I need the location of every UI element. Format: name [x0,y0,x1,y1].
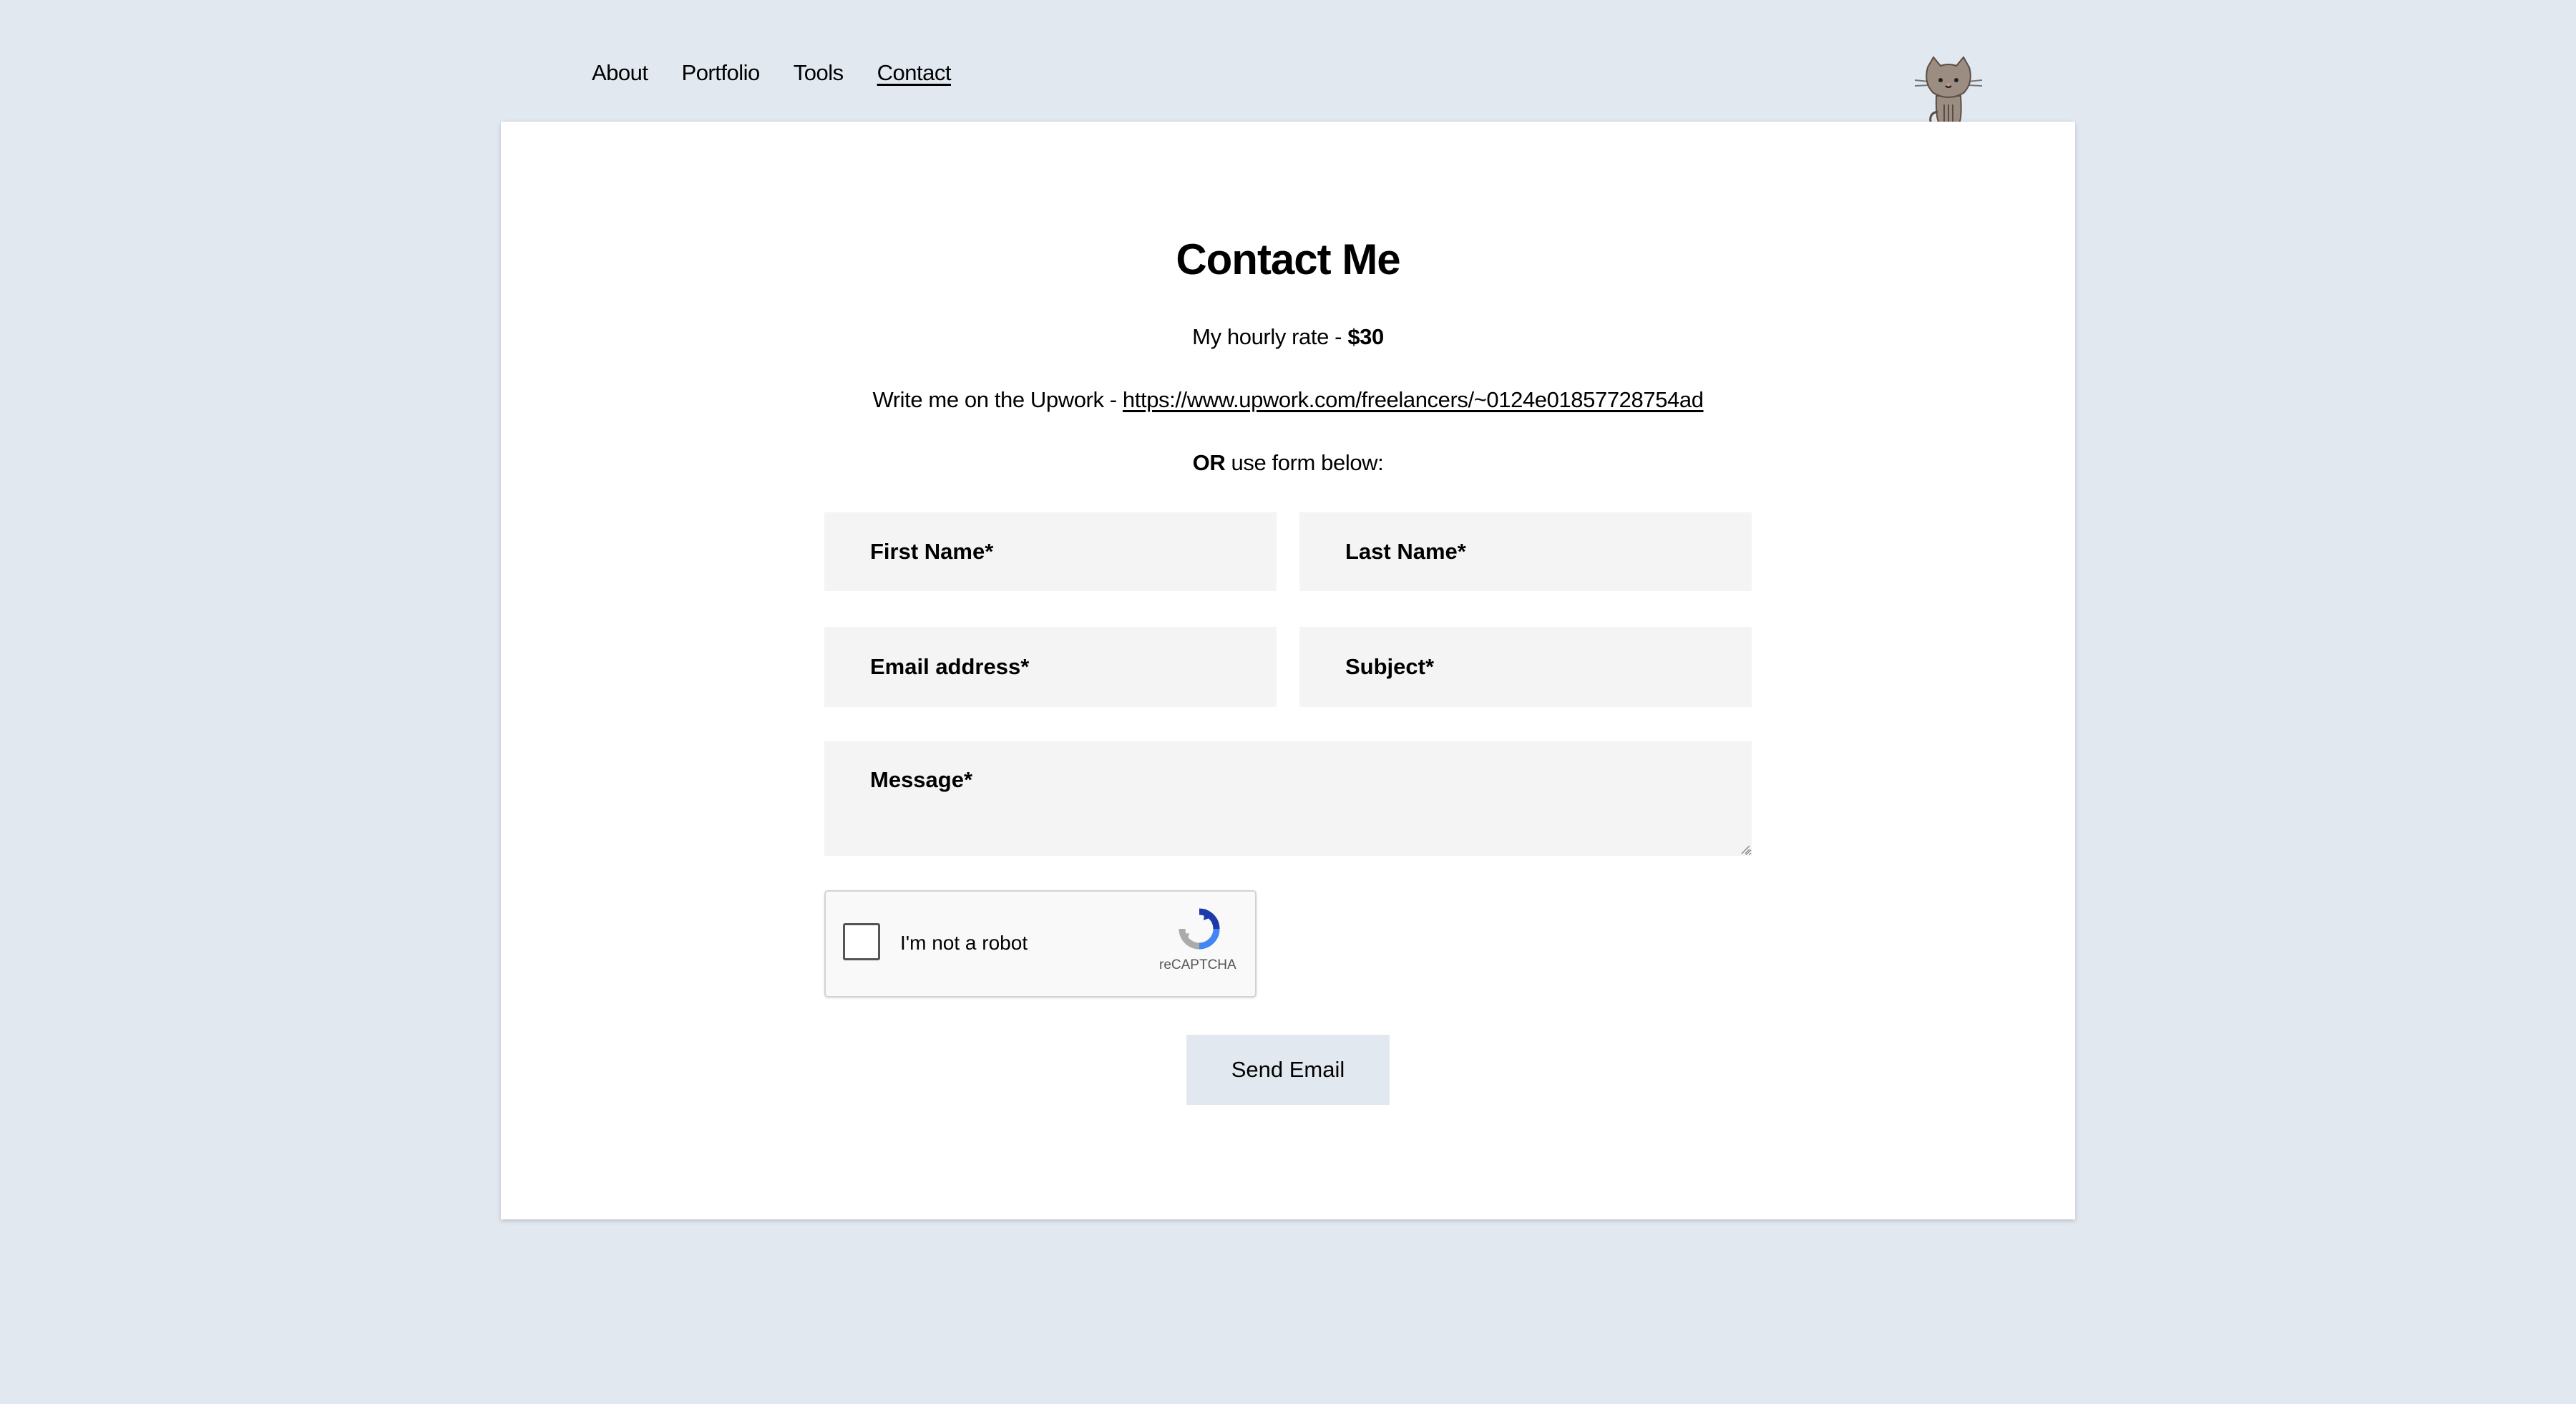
hourly-rate-value: $30 [1347,324,1384,349]
send-email-button[interactable]: Send Email [1186,1035,1390,1105]
hourly-rate-text: My hourly rate - $30 [501,324,2075,350]
resize-handle-icon[interactable] [1740,844,1750,854]
upwork-label: Write me on the Upwork - [872,387,1123,412]
last-name-input[interactable] [1299,512,1752,591]
form-intro-label: use form below: [1225,450,1384,475]
upwork-text: Write me on the Upwork - https://www.upw… [501,387,2075,413]
upwork-link[interactable]: https://www.upwork.com/freelancers/~0124… [1123,387,1704,412]
form-intro-text: OR use form below: [501,450,2075,476]
page-title: Contact Me [1176,235,1400,283]
nav-link-about[interactable]: About [592,60,648,86]
recaptcha-label: I'm not a robot [900,932,1028,954]
or-label: OR [1192,450,1226,475]
recaptcha-checkbox[interactable] [843,923,880,960]
message-textarea[interactable] [824,741,1752,856]
email-input[interactable] [824,627,1277,707]
top-nav: About Portfolio Tools Contact [592,60,985,86]
cat-icon [1914,56,1983,124]
recaptcha-widget: I'm not a robot reCAPTCHA [824,890,1257,998]
recaptcha-icon [1179,908,1220,950]
nav-link-contact[interactable]: Contact [877,60,952,86]
nav-link-tools[interactable]: Tools [794,60,844,86]
first-name-input[interactable] [824,512,1277,591]
nav-link-portfolio[interactable]: Portfolio [682,60,761,86]
recaptcha-brand: reCAPTCHA [1159,957,1236,972]
subject-input[interactable] [1299,627,1752,707]
hourly-rate-label: My hourly rate - [1192,324,1348,349]
contact-card: Contact Me My hourly rate - $30 Write me… [501,122,2075,1219]
